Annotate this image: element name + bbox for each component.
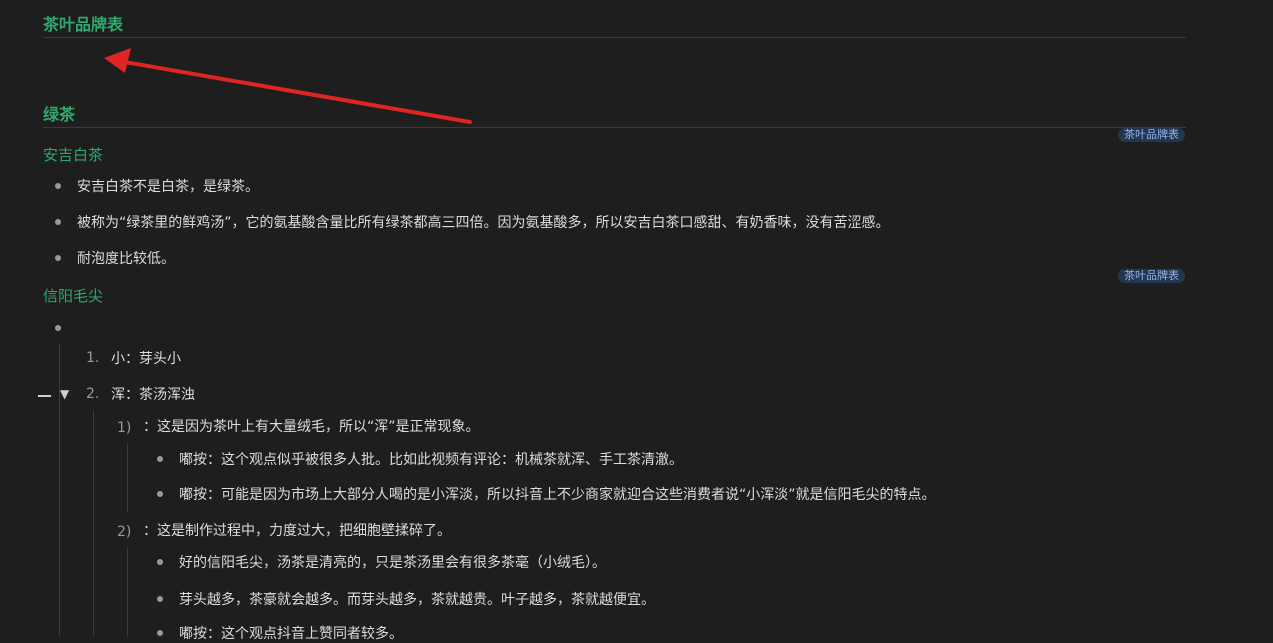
list-number: 1)	[117, 420, 132, 436]
indent-guide	[127, 444, 128, 512]
indent-guide	[93, 410, 94, 636]
list-item: ：这是因为茶叶上有大量绒毛，所以“浑”是正常现象。	[143, 419, 480, 435]
list-item: 嘟按：可能是因为市场上大部分人喝的是小浑淡，所以抖音上不少商家就迎合这些消费者说…	[179, 487, 936, 503]
bullet	[157, 630, 163, 636]
indent-guide	[127, 547, 128, 636]
list-item: 芽头越多，茶豪就会越多。而芽头越多，茶就越贵。叶子越多，茶就越便宜。	[179, 592, 655, 608]
bullet	[157, 596, 163, 602]
heading-anji-white-tea: 安吉白茶	[43, 146, 104, 164]
list-item: 好的信阳毛尖，汤茶是清亮的，只是茶汤里会有很多茶毫（小绒毛）。	[179, 555, 606, 571]
bullet	[157, 456, 163, 462]
list-number: 2)	[117, 524, 132, 540]
list-item: 嘟按：这个观点似乎被很多人批。比如此视频有评论：机械茶就浑、手工茶清澈。	[179, 452, 683, 468]
list-item: 嘟按：这个观点抖音上赞同者较多。	[179, 626, 403, 642]
page-title: 茶叶品牌表	[43, 15, 124, 34]
divider	[43, 127, 1186, 128]
list-number: 2.	[86, 386, 100, 402]
bullet	[157, 491, 163, 497]
bullet	[157, 559, 163, 565]
bullet	[55, 219, 61, 225]
drag-handle-icon[interactable]	[38, 395, 51, 397]
section-heading-green-tea: 绿茶	[43, 105, 76, 124]
list-item: 安吉白茶不是白茶，是绿茶。	[77, 179, 259, 195]
bullet	[55, 183, 61, 189]
list-item: 耐泡度比较低。	[77, 251, 175, 267]
tag-badge[interactable]: 茶叶品牌表	[1118, 269, 1185, 283]
list-item: 小：芽头小	[111, 351, 181, 367]
list-number: 1.	[86, 350, 100, 366]
collapse-triangle-icon[interactable]: ▼	[60, 387, 69, 401]
list-item: 被称为“绿茶里的鲜鸡汤”，它的氨基酸含量比所有绿茶都高三四倍。因为氨基酸多，所以…	[77, 215, 890, 231]
tag-badge[interactable]: 茶叶品牌表	[1118, 128, 1185, 142]
bullet	[55, 325, 61, 331]
bullet	[55, 255, 61, 261]
list-item: ：这是制作过程中，力度过大，把细胞壁揉碎了。	[143, 523, 451, 539]
heading-xinyang-maojian: 信阳毛尖	[43, 287, 104, 305]
divider	[43, 37, 1186, 38]
list-item: 浑：茶汤浑浊	[111, 387, 195, 403]
annotation-arrow-icon	[104, 48, 472, 124]
